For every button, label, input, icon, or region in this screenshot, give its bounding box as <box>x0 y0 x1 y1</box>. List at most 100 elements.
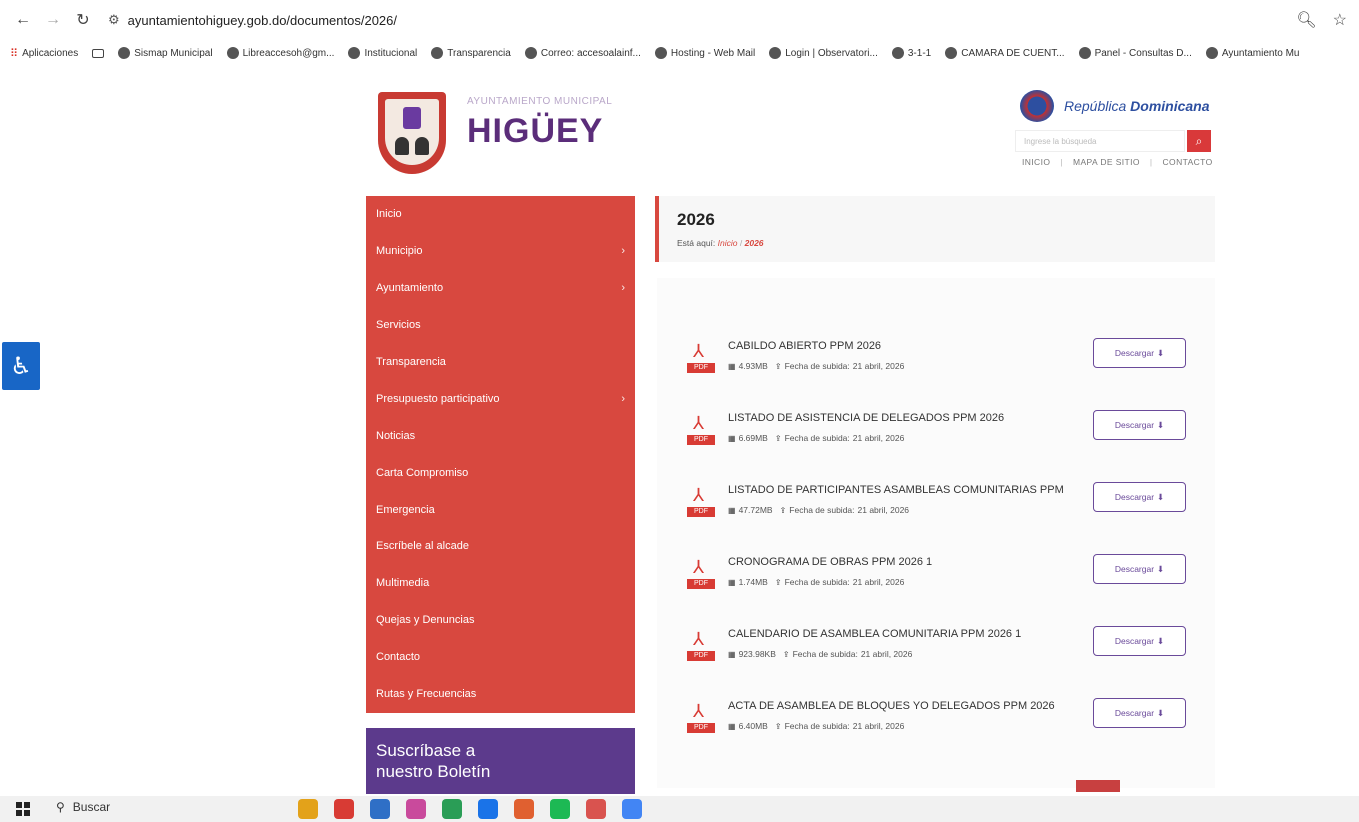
sidebar-item[interactable]: Rutas y Frecuencias <box>366 676 635 713</box>
taskbar-app-icon[interactable] <box>442 799 462 819</box>
url-field[interactable]: ⚙ ayuntamientohiguey.gob.do/documentos/2… <box>108 12 397 28</box>
sidebar-item-label: Rutas y Frecuencias <box>376 688 477 701</box>
document-title[interactable]: ACTA DE ASAMBLEA DE BLOQUES YO DELEGADOS… <box>728 700 1055 712</box>
newsletter-title-line1: Suscríbase a <box>376 741 476 760</box>
link-inicio[interactable]: INICIO <box>1022 157 1050 167</box>
forward-icon[interactable]: → <box>42 9 64 31</box>
download-button[interactable]: Descargar ⬇ <box>1093 410 1186 440</box>
sidebar-item[interactable]: Municipio › <box>366 233 635 270</box>
document-item: ⅄ PDF CRONOGRAMA DE OBRAS PPM 2026 1 ▦ 1.74M… <box>685 554 1195 604</box>
taskbar-app-icon[interactable] <box>514 799 534 819</box>
bookmark-star-icon[interactable]: ☆ <box>1333 10 1347 30</box>
sidebar-item[interactable]: Servicios <box>366 307 635 344</box>
download-icon: ⬇ <box>1157 707 1165 718</box>
chevron-right-icon: › <box>621 282 625 295</box>
download-button[interactable]: Descargar ⬇ <box>1093 338 1186 368</box>
download-icon: ⬇ <box>1157 419 1165 430</box>
back-to-top-button[interactable] <box>1076 780 1120 792</box>
download-icon: ⬇ <box>1157 635 1165 646</box>
bookmark-item[interactable]: Ayuntamiento Mu <box>1205 47 1300 59</box>
breadcrumb-home-link[interactable]: Inicio <box>718 238 738 248</box>
bookmark-item[interactable]: Transparencia <box>431 47 511 59</box>
taskbar-app-icon[interactable] <box>622 799 642 819</box>
bookmark-item[interactable]: Sismap Municipal <box>118 47 213 59</box>
taskbar-app-icon[interactable] <box>370 799 390 819</box>
sidebar-item[interactable]: Multimedia <box>366 565 635 602</box>
document-title[interactable]: LISTADO DE PARTICIPANTES ASAMBLEAS COMUN… <box>728 484 1064 496</box>
document-title[interactable]: CALENDARIO DE ASAMBLEA COMUNITARIA PPM 2… <box>728 628 1021 640</box>
sidebar-item-label: Carta Compromiso <box>376 466 469 479</box>
download-button[interactable]: Descargar ⬇ <box>1093 554 1186 584</box>
municipality-title[interactable]: HIGÜEY <box>467 112 603 151</box>
bookmark-item[interactable]: Correo: accesoalainf... <box>524 47 641 59</box>
sidebar-item-label: Escríbele al alcade <box>376 540 469 553</box>
bookmark-label: Panel - Consultas D... <box>1094 47 1192 59</box>
bookmark-item[interactable]: ⠿ Aplicaciones <box>10 47 78 60</box>
zoom-icon[interactable]: 🔍︎ <box>1296 10 1316 30</box>
download-label: Descargar <box>1114 708 1155 718</box>
link-mapa-sitio[interactable]: MAPA DE SITIO <box>1073 157 1140 167</box>
taskbar-search[interactable]: ⚲ Buscar <box>56 800 110 814</box>
chevron-right-icon: › <box>621 245 625 258</box>
page-title: 2026 <box>677 210 715 229</box>
document-item: ⅄ PDF ACTA DE ASAMBLEA DE BLOQUES YO DELEG… <box>685 698 1195 748</box>
search-button[interactable]: ⌕ <box>1187 130 1211 152</box>
bookmark-item[interactable]: Institucional <box>348 47 417 59</box>
favicon-icon <box>891 47 904 59</box>
bookmark-item[interactable]: Login | Observatori... <box>769 47 878 59</box>
document-title[interactable]: LISTADO DE ASISTENCIA DE DELEGADOS PPM 2… <box>728 412 1004 424</box>
accessibility-button[interactable]: ♿︎ <box>2 342 40 390</box>
sidebar-item[interactable]: Noticias <box>366 417 635 454</box>
download-button[interactable]: Descargar ⬇ <box>1093 482 1186 512</box>
address-bar: ← → ↻ ⚙ ayuntamientohiguey.gob.do/docume… <box>0 0 1359 40</box>
bookmark-item[interactable]: Hosting - Web Mail <box>654 47 755 59</box>
document-title[interactable]: CABILDO ABIERTO PPM 2026 <box>728 340 881 352</box>
back-icon[interactable]: ← <box>12 9 34 31</box>
bookmark-item[interactable]: CAMARA DE CUENT... <box>945 47 1065 59</box>
favicon-icon <box>1205 47 1218 59</box>
sidebar-item[interactable]: Presupuesto participativo › <box>366 380 635 417</box>
bookmark-item[interactable]: 3-1-1 <box>891 47 931 59</box>
taskbar-app-icon[interactable] <box>586 799 606 819</box>
favicon-icon <box>348 47 361 59</box>
bookmark-label: Transparencia <box>447 47 511 59</box>
download-button[interactable]: Descargar ⬇ <box>1093 626 1186 656</box>
taskbar-app-icon[interactable] <box>478 799 498 819</box>
bookmark-item[interactable]: Libreaccesoh@gm... <box>226 47 334 59</box>
taskbar-app-icon[interactable] <box>334 799 354 819</box>
sidebar-item[interactable]: Carta Compromiso <box>366 454 635 491</box>
document-item: ⅄ PDF CALENDARIO DE ASAMBLEA COMUNITARIA P… <box>685 626 1195 676</box>
link-contacto[interactable]: CONTACTO <box>1163 157 1213 167</box>
reload-icon[interactable]: ↻ <box>72 9 94 31</box>
sidebar-item[interactable]: Contacto <box>366 639 635 676</box>
upload-date-label: Fecha de subida: <box>789 505 855 515</box>
municipal-logo[interactable] <box>378 92 446 174</box>
sidebar-item[interactable]: Quejas y Denuncias <box>366 602 635 639</box>
site-info-icon[interactable]: ⚙ <box>108 12 120 28</box>
taskbar-app-icon[interactable] <box>406 799 426 819</box>
sidebar-item[interactable]: Escríbele al alcade <box>366 528 635 565</box>
bookmark-item[interactable] <box>92 48 105 58</box>
download-button[interactable]: Descargar ⬇ <box>1093 698 1186 728</box>
folder-icon <box>92 48 105 58</box>
search-input[interactable]: Ingrese la búsqueda <box>1015 130 1185 152</box>
sidebar-item-label: Emergencia <box>376 503 435 516</box>
download-icon: ⬇ <box>1157 347 1165 358</box>
favicon-icon <box>431 47 444 59</box>
bookmark-label: Ayuntamiento Mu <box>1221 47 1300 59</box>
upload-date-label: Fecha de subida: <box>784 361 850 371</box>
bookmark-item[interactable]: Panel - Consultas D... <box>1078 47 1192 59</box>
sidebar-item-label: Quejas y Denuncias <box>376 614 475 627</box>
sidebar-item[interactable]: Emergencia <box>366 491 635 528</box>
document-title[interactable]: CRONOGRAMA DE OBRAS PPM 2026 1 <box>728 556 932 568</box>
windows-start-icon[interactable] <box>16 802 30 816</box>
file-size: 1.74MB <box>738 577 768 587</box>
taskbar-app-icon[interactable] <box>298 799 318 819</box>
upload-icon: ⇪ <box>774 433 782 443</box>
sidebar-item[interactable]: Transparencia <box>366 344 635 381</box>
bookmark-label: Login | Observatori... <box>785 47 878 59</box>
sidebar-item[interactable]: Ayuntamiento › <box>366 270 635 307</box>
taskbar-app-icon[interactable] <box>550 799 570 819</box>
sidebar-item[interactable]: Inicio <box>366 196 635 233</box>
sidebar-menu: Inicio Municipio › Ayuntamiento › Servicios Tr… <box>366 196 635 713</box>
